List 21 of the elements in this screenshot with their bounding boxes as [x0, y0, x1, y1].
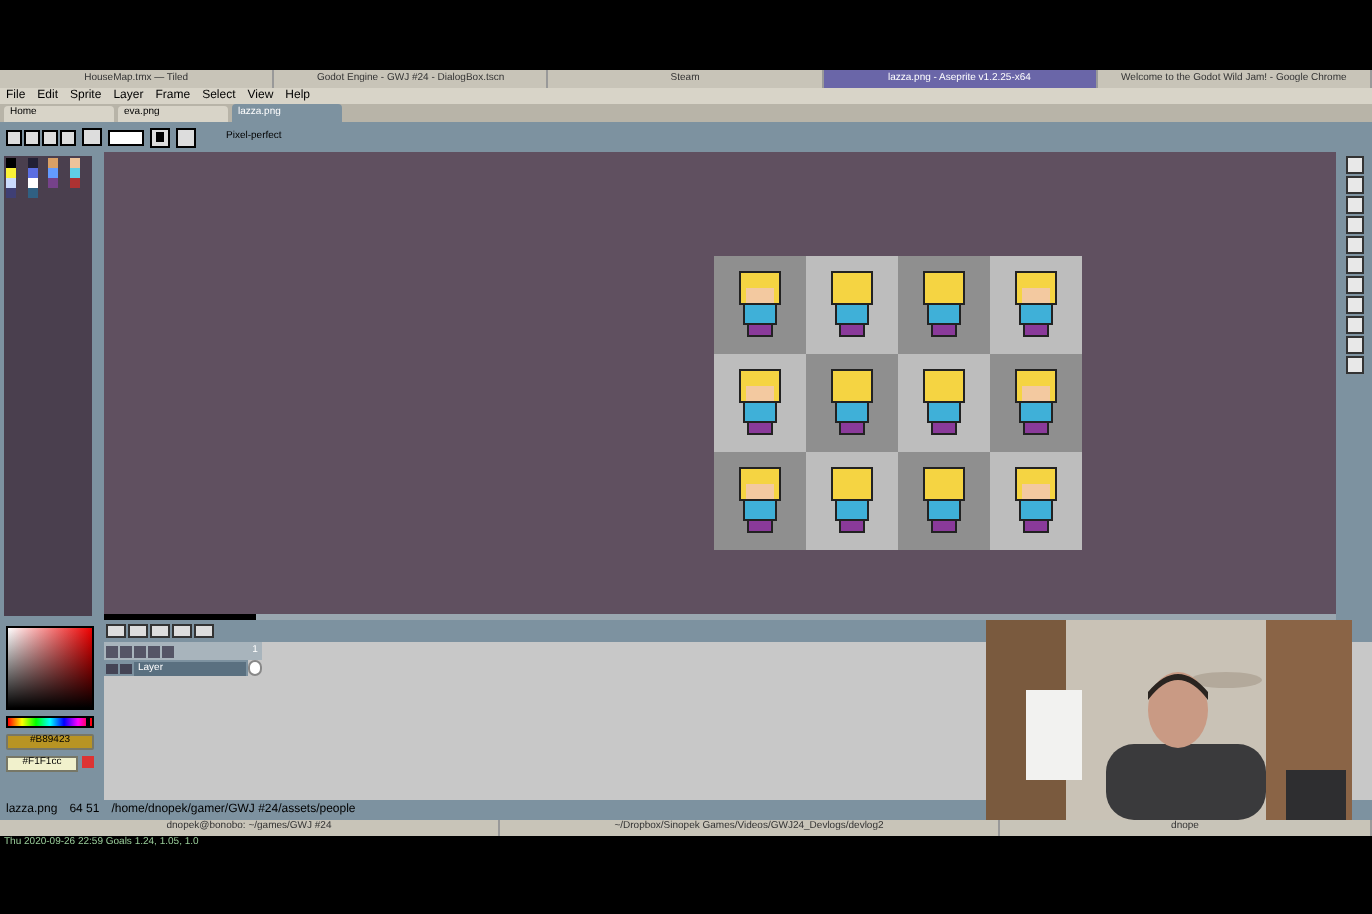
palette-swatch[interactable] [69, 168, 79, 178]
palette-swatch[interactable] [69, 158, 79, 168]
hue-slider-thumb[interactable] [85, 718, 90, 726]
palette-swatch[interactable] [6, 168, 16, 178]
input-field[interactable] [108, 129, 144, 145]
palette-swatch[interactable] [27, 188, 37, 198]
palette-swatch[interactable] [27, 178, 37, 188]
palette-swatch[interactable] [48, 158, 58, 168]
palette-swatch[interactable] [48, 168, 58, 178]
palette-swatch[interactable] [48, 178, 58, 188]
cel[interactable] [248, 660, 262, 676]
palette-swatch[interactable] [27, 168, 37, 178]
hue-slider[interactable] [6, 716, 94, 728]
color-picker[interactable] [6, 626, 94, 710]
palette-swatch[interactable] [69, 178, 79, 188]
palette-swatch[interactable] [27, 158, 37, 168]
palette-swatch[interactable] [6, 188, 16, 198]
warning-icon [82, 756, 94, 768]
palette-swatch[interactable] [6, 158, 16, 168]
palette-swatch[interactable] [6, 178, 16, 188]
scrollbar-thumb[interactable] [104, 614, 256, 620]
